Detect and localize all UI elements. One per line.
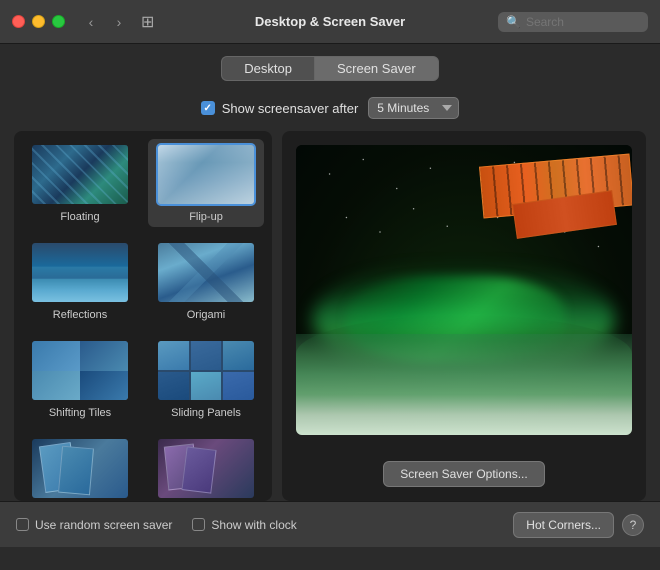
preview-panel: Screen Saver Options... [282,131,646,501]
saver-item-flipup[interactable]: Flip-up [148,139,264,227]
tabs-bar: Desktop Screen Saver [0,44,660,91]
saver-name-reflections: Reflections [53,309,107,321]
saver-item-reflections[interactable]: Reflections [22,237,138,325]
saver-item-shifting-tiles[interactable]: Shifting Tiles [22,335,138,423]
maximize-button[interactable] [52,15,65,28]
screensaver-time-dropdown[interactable]: 5 Minutes 1 Minute 2 Minutes 10 Minutes … [368,97,459,119]
saver-name-floating: Floating [60,211,99,223]
saver-list[interactable]: Floating Flip-up Reflections [14,131,272,501]
main-content: Floating Flip-up Reflections [0,131,660,501]
saver-thumb-flipup [156,143,256,206]
hot-corners-button[interactable]: Hot Corners... [513,512,614,538]
saver-item-floating[interactable]: Floating [22,139,138,227]
bottom-right: Hot Corners... ? [513,512,644,538]
grid-icon[interactable]: ⊞ [141,12,154,32]
search-icon: 🔍 [506,15,521,29]
preview-image [296,145,632,435]
screensaver-label: Show screensaver after [222,101,359,116]
titlebar: ‹ › ⊞ Desktop & Screen Saver 🔍 [0,0,660,44]
screensaver-checkbox-label[interactable]: Show screensaver after [201,101,359,116]
forward-button[interactable]: › [107,12,131,32]
close-button[interactable] [12,15,25,28]
search-box[interactable]: 🔍 [498,12,648,32]
saver-thumb-shifting-tiles [30,339,130,402]
saver-grid: Floating Flip-up Reflections [22,139,264,501]
minimize-button[interactable] [32,15,45,28]
random-screensaver-label[interactable]: Use random screen saver [16,518,172,532]
random-screensaver-text: Use random screen saver [35,518,172,532]
saver-item-sliding-panels[interactable]: Sliding Panels [148,335,264,423]
saver-name-flipup: Flip-up [189,211,223,223]
tab-desktop[interactable]: Desktop [221,56,314,81]
saver-thumb-photo-mobile [30,437,130,500]
show-with-clock-label[interactable]: Show with clock [192,518,296,532]
saver-thumb-reflections [30,241,130,304]
saver-item-holiday-mobile[interactable]: Holiday Mobile [148,433,264,501]
saver-name-origami: Origami [187,309,226,321]
back-button[interactable]: ‹ [79,12,103,32]
saver-name-shifting-tiles: Shifting Tiles [49,407,111,419]
saver-item-photo-mobile[interactable]: Photo Mobile [22,433,138,501]
traffic-lights [12,15,65,28]
search-input[interactable] [526,15,646,29]
saver-thumb-floating [30,143,130,206]
screensaver-options-row: Show screensaver after 5 Minutes 1 Minut… [0,91,660,131]
screensaver-checkbox[interactable] [201,101,215,115]
saver-name-sliding-panels: Sliding Panels [171,407,241,419]
bottom-bar: Use random screen saver Show with clock … [0,501,660,547]
saver-item-origami[interactable]: Origami [148,237,264,325]
nav-buttons: ‹ › [79,12,131,32]
random-screensaver-checkbox[interactable] [16,518,29,531]
saver-thumb-origami [156,241,256,304]
saver-thumb-holiday-mobile [156,437,256,500]
tab-screen-saver[interactable]: Screen Saver [314,56,439,81]
help-button[interactable]: ? [622,514,644,536]
show-with-clock-checkbox[interactable] [192,518,205,531]
show-with-clock-text: Show with clock [211,518,296,532]
saver-thumb-sliding-panels [156,339,256,402]
bottom-left: Use random screen saver Show with clock [16,518,513,532]
screen-saver-options-button[interactable]: Screen Saver Options... [383,461,544,487]
